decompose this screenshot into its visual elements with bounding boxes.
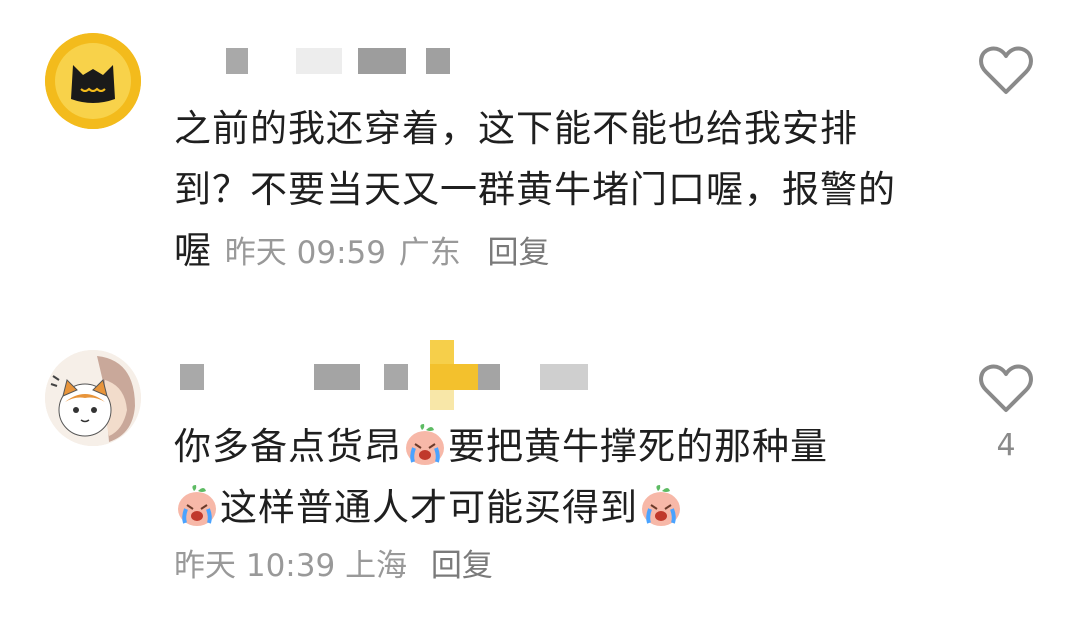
reply-button[interactable]: 回复 [488,235,550,271]
like-button[interactable] [978,46,1034,96]
avatar[interactable] [45,350,141,446]
heart-outline-icon [979,364,1033,412]
comment-item: 之前的我还穿着，这下能不能也给我安排到？不要当天又一群黄牛堵门口喔，报警的喔 昨… [0,0,1080,300]
cat-and-girl-avatar-icon [45,350,141,446]
comment-body: 你多备点货昂 [174,425,402,468]
crying-peach-emoji-icon [638,483,684,529]
comment-meta: 昨天 10:39 上海 回复 [174,546,493,586]
comment-text: 你多备点货昂 要把黄牛撑死的那种量 这样普通人才可能买得到 [174,416,914,538]
username-censored[interactable] [222,48,452,74]
avatar[interactable] [45,33,141,129]
heart-outline-icon [979,46,1033,94]
comment-time: 昨天 09:59 [224,235,386,271]
username-censored[interactable] [180,340,590,410]
comment-body: 要把黄牛撑死的那种量 [448,425,828,468]
comment-time: 昨天 10:39 [174,548,336,584]
comment-item: 你多备点货昂 要把黄牛撑死的那种量 这样普通人才可能买得到 昨天 10:39 上海… [0,330,1080,627]
black-cat-avatar-icon [45,33,141,129]
like-button[interactable] [978,364,1034,414]
comment-text: 之前的我还穿着，这下能不能也给我安排到？不要当天又一群黄牛堵门口喔，报警的喔 昨… [174,98,914,284]
reply-button[interactable]: 回复 [431,548,493,584]
like-count: 4 [996,428,1016,463]
comment-location: 上海 [345,548,408,584]
comment-location: 广东 [398,235,461,271]
comment-body: 这样普通人才可能买得到 [220,486,638,529]
crying-peach-emoji-icon [402,422,448,468]
crying-peach-emoji-icon [174,483,220,529]
